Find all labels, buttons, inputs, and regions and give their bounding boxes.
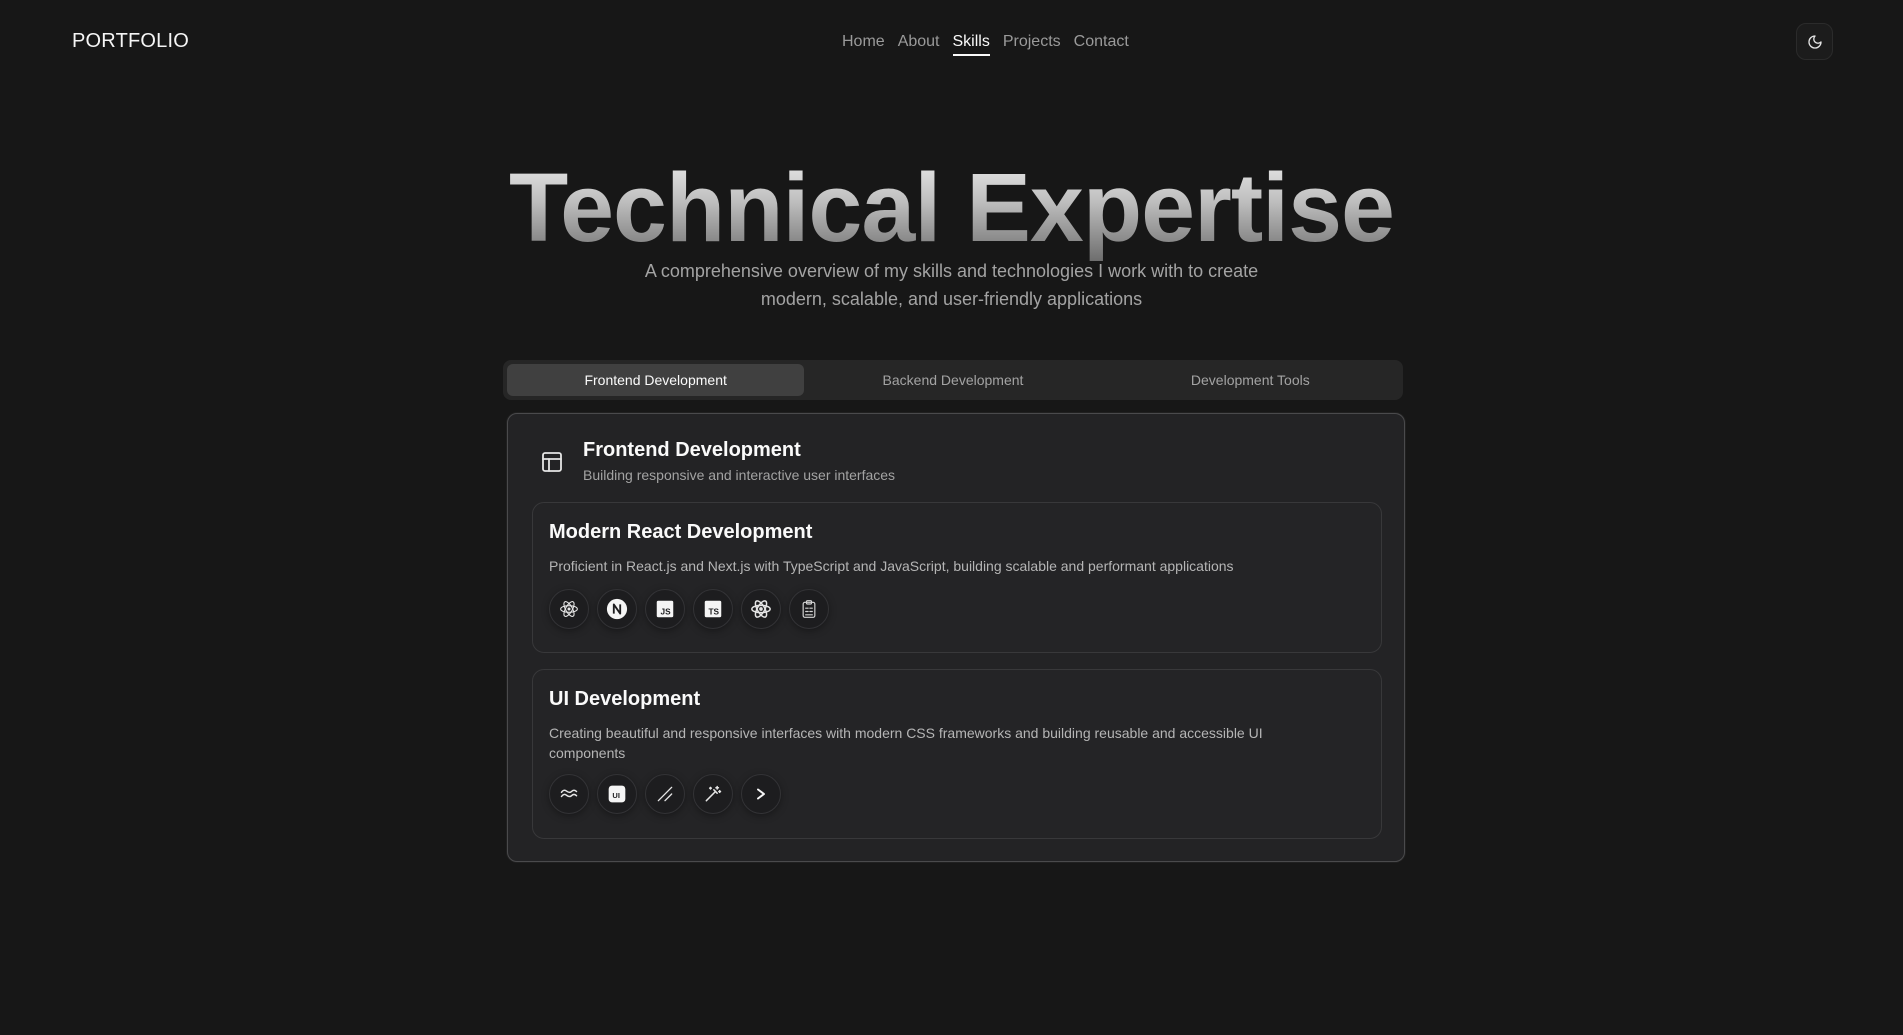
svg-text:UI: UI — [612, 791, 620, 800]
skill-description: Proficient in React.js and Next.js with … — [549, 558, 1234, 574]
tab-frontend[interactable]: Frontend Development — [507, 364, 805, 396]
theme-toggle-button[interactable] — [1796, 23, 1833, 60]
clipboard-icon[interactable] — [789, 589, 829, 629]
panel-description: Building responsive and interactive user… — [583, 467, 896, 483]
react-icon[interactable] — [549, 589, 589, 629]
skills-tabs: Frontend Development Backend Development… — [503, 360, 1403, 400]
layout-panel-icon — [542, 452, 562, 472]
tailwind-icon[interactable] — [549, 774, 589, 814]
tech-icons: JS TS — [549, 589, 829, 629]
nav-skills[interactable]: Skills — [952, 32, 990, 56]
chevron-right-icon[interactable] — [741, 774, 781, 814]
site-header: PORTFOLIO Home About Skills Projects Con… — [0, 0, 1903, 84]
tech-icons: UI — [549, 774, 781, 814]
shadcn-icon[interactable] — [645, 774, 685, 814]
nav-about[interactable]: About — [898, 32, 940, 56]
moon-icon — [1807, 34, 1822, 49]
javascript-icon[interactable]: JS — [645, 589, 685, 629]
tab-tools[interactable]: Development Tools — [1102, 364, 1399, 396]
page-title: Technical Expertise — [0, 152, 1903, 264]
nav-home[interactable]: Home — [842, 32, 885, 56]
material-ui-icon[interactable]: UI — [597, 774, 637, 814]
skill-description: Creating beautiful and responsive interf… — [549, 725, 1263, 761]
skill-card-react: Modern React Development Proficient in R… — [532, 502, 1382, 653]
nav-projects[interactable]: Projects — [1003, 32, 1061, 56]
main-nav: Home About Skills Projects Contact — [842, 32, 1129, 56]
skill-title: Modern React Development — [549, 521, 813, 543]
page-subtitle: A comprehensive overview of my skills an… — [644, 261, 1259, 309]
magic-wand-icon[interactable] — [693, 774, 733, 814]
frontend-panel: Frontend Development Building responsive… — [507, 413, 1405, 862]
svg-text:JS: JS — [661, 607, 672, 616]
typescript-icon[interactable]: TS — [693, 589, 733, 629]
panel-title: Frontend Development — [583, 439, 801, 461]
skill-card-ui: UI Development Creating beautiful and re… — [532, 669, 1382, 839]
nav-contact[interactable]: Contact — [1074, 32, 1129, 56]
skill-title: UI Development — [549, 688, 701, 710]
react-native-icon[interactable] — [741, 589, 781, 629]
svg-text:TS: TS — [709, 607, 720, 616]
brand-logo[interactable]: PORTFOLIO — [72, 30, 189, 53]
nextjs-icon[interactable] — [597, 589, 637, 629]
tab-backend[interactable]: Backend Development — [804, 364, 1101, 396]
